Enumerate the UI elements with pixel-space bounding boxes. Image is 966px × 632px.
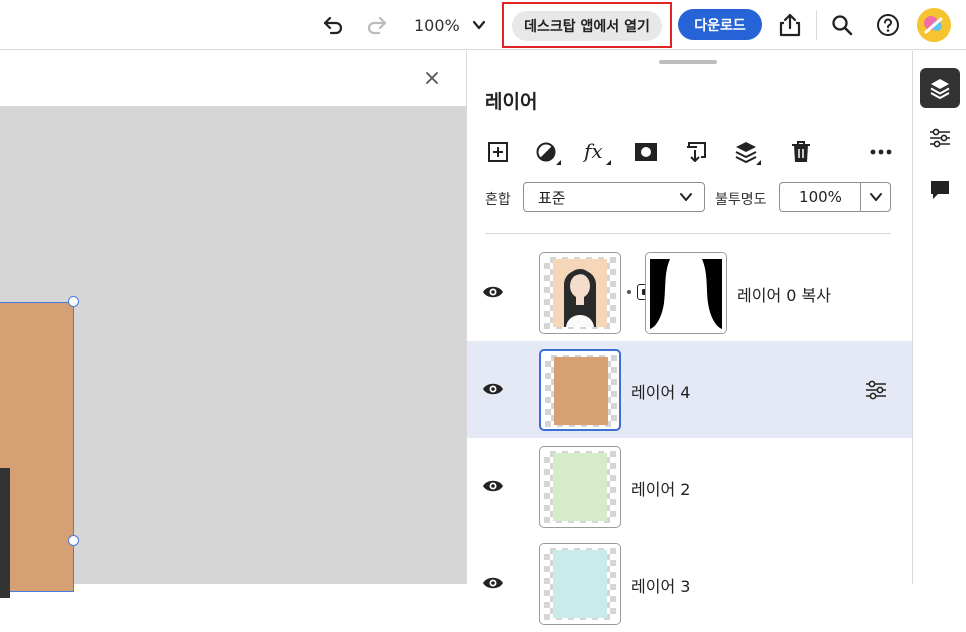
layers-panel: 레이어 fx 혼합 표준 불투명도 100% 레이어 0 복사 레이어 4 레이… <box>466 51 913 625</box>
layer-name: 레이어 0 복사 <box>737 286 831 305</box>
layer-name: 레이어 4 <box>631 383 691 402</box>
opacity-input[interactable] <box>779 182 861 212</box>
panel-title: 레이어 <box>485 91 538 113</box>
layer-fill-swatch <box>554 357 608 425</box>
close-icon[interactable] <box>421 67 443 89</box>
divider <box>485 233 891 234</box>
open-in-desktop-button[interactable]: 데스크탑 앱에서 열기 <box>512 11 662 41</box>
layer-thumbnail <box>539 252 621 334</box>
toolbar-divider <box>816 10 817 40</box>
search-icon[interactable] <box>827 10 857 40</box>
selected-layer-artwork[interactable] <box>0 302 74 598</box>
help-icon[interactable] <box>873 10 903 40</box>
comment-icon[interactable] <box>920 170 960 210</box>
layer-name: 레이어 2 <box>631 480 691 499</box>
layer-fill-swatch <box>553 453 607 521</box>
more-options-icon[interactable] <box>866 137 896 167</box>
transform-handle-top-right[interactable] <box>68 296 79 307</box>
redo-icon[interactable] <box>362 10 392 40</box>
eye-icon[interactable] <box>481 474 505 498</box>
trash-icon[interactable] <box>786 137 816 167</box>
transform-handle-bottom-right[interactable] <box>68 535 79 546</box>
add-layer-icon[interactable] <box>483 137 513 167</box>
layer-tools-row: fx <box>483 137 895 167</box>
svg-text:fx: fx <box>583 140 603 163</box>
sliders-icon[interactable] <box>863 377 889 403</box>
layer-name: 레이어 3 <box>631 577 691 596</box>
layer-row-selected[interactable]: 레이어 4 <box>467 341 913 438</box>
top-toolbar: 100% 데스크탑 앱에서 열기 다운로드 <box>0 0 966 50</box>
layer-stack-icon[interactable] <box>731 137 761 167</box>
undo-icon[interactable] <box>318 10 348 40</box>
mask-silhouette <box>646 253 726 333</box>
zoom-dropdown[interactable]: 100% <box>414 13 488 37</box>
layer-thumbnail <box>539 349 621 431</box>
link-dot <box>627 290 631 294</box>
avatar[interactable] <box>917 8 951 42</box>
blend-mode-dropdown[interactable]: 표준 <box>523 182 705 212</box>
eye-icon[interactable] <box>481 280 505 304</box>
eye-icon[interactable] <box>481 377 505 401</box>
opacity-dropdown-button[interactable] <box>860 182 891 212</box>
blend-mode-value: 표준 <box>538 188 566 207</box>
share-icon[interactable] <box>775 10 805 40</box>
chevron-down-icon <box>678 189 694 205</box>
canvas-header <box>0 51 466 106</box>
mask-icon[interactable] <box>631 137 661 167</box>
chevron-down-icon <box>470 16 488 34</box>
panel-grip-handle[interactable] <box>659 60 717 64</box>
zoom-value: 100% <box>414 15 460 35</box>
layer-row[interactable]: 레이어 2 <box>467 438 913 535</box>
sliders-icon[interactable] <box>920 118 960 158</box>
layer-fill-swatch <box>553 550 607 618</box>
layer-row[interactable]: 레이어 0 복사 <box>467 244 913 341</box>
layer-mask-thumbnail[interactable] <box>645 252 727 334</box>
artwork-hair-detail <box>0 468 10 598</box>
blend-mode-label: 혼합 <box>485 192 511 208</box>
highlight-box: 데스크탑 앱에서 열기 <box>502 2 672 48</box>
layer-thumbnail <box>539 446 621 528</box>
portrait-thumbnail <box>553 259 607 327</box>
layers-icon[interactable] <box>920 68 960 108</box>
adjustment-layer-icon[interactable] <box>531 137 561 167</box>
eye-icon[interactable] <box>481 571 505 595</box>
effects-fx-icon[interactable]: fx <box>581 137 611 167</box>
chevron-down-icon <box>869 193 882 201</box>
clip-layer-icon[interactable] <box>681 137 711 167</box>
layer-thumbnail <box>539 543 621 625</box>
right-rail <box>912 51 966 584</box>
opacity-label: 불투명도 <box>715 192 767 208</box>
download-button[interactable]: 다운로드 <box>678 9 762 40</box>
canvas-area[interactable] <box>0 51 466 598</box>
